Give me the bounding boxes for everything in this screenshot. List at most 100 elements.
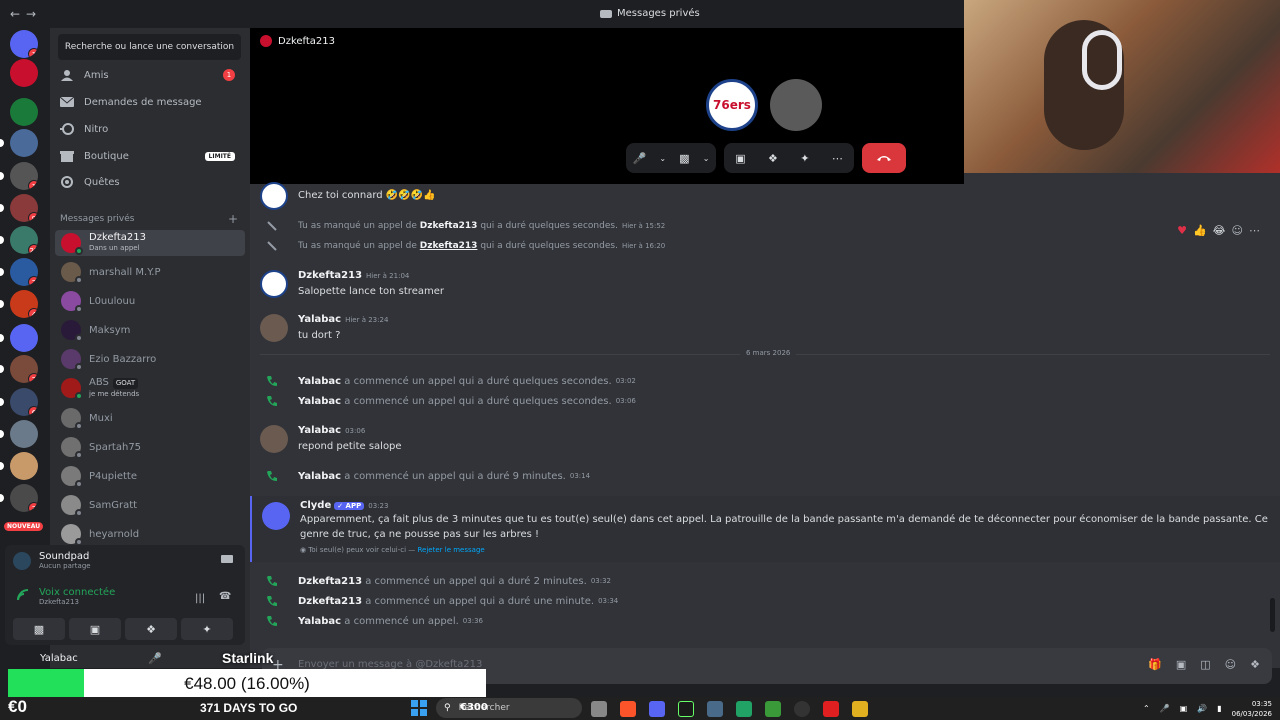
disconnect-icon[interactable]: ☎ <box>219 591 231 602</box>
dm-item[interactable]: marshall M.Y.P <box>55 259 245 285</box>
dm-item[interactable]: Maksym <box>55 317 245 343</box>
server-icon[interactable] <box>10 420 38 448</box>
sticker-icon[interactable]: ◫ <box>1200 658 1210 671</box>
dm-item[interactable]: Ezio Bazzarro <box>55 346 245 372</box>
taskbar-app-explorer-icon[interactable] <box>591 701 607 717</box>
call-participant-76ers[interactable]: 76ers <box>706 79 758 131</box>
mic-options-chevron-icon[interactable]: ⌄ <box>659 154 666 163</box>
author-avatar[interactable] <box>260 314 288 342</box>
taskbar-app-excel-icon[interactable] <box>736 701 752 717</box>
nav-friends[interactable]: Amis 1 <box>55 63 245 87</box>
taskbar-app-brazil-icon[interactable] <box>765 701 781 717</box>
dm-item[interactable]: ABS GOAT je me détends <box>55 375 245 401</box>
new-dm-plus-icon[interactable]: + <box>228 212 238 226</box>
dm-item[interactable]: SamGratt <box>55 492 245 518</box>
laugh-reaction-icon[interactable]: 😂 <box>1213 224 1226 237</box>
message-scrollbar[interactable] <box>1270 598 1275 632</box>
server-icon[interactable]: 25 <box>10 226 38 254</box>
dm-item[interactable]: heyarnold <box>55 521 245 547</box>
camera-toggle-icon[interactable]: ▩ <box>679 152 689 165</box>
dm-item[interactable]: Dzkefta213 Dans un appel <box>55 230 245 256</box>
nav-nitro[interactable]: Nitro <box>55 117 245 141</box>
message-author[interactable]: Dzkefta213 Hier à 21:04 <box>298 270 409 281</box>
taskbar-app-terminal-icon[interactable] <box>678 701 694 717</box>
screen-share-button[interactable]: ▣ <box>69 618 121 640</box>
taskbar-app-settings-icon[interactable] <box>707 701 723 717</box>
thumbs-up-reaction-icon[interactable]: 👍 <box>1193 224 1207 237</box>
caller-name[interactable]: Yalabac <box>298 616 341 627</box>
call-participant-avatar[interactable] <box>770 79 822 131</box>
system-clock[interactable]: 03:35 06/03/2026 <box>1232 699 1272 719</box>
server-icon[interactable]: 6 <box>10 388 38 416</box>
taskbar-app-obs-icon[interactable] <box>794 701 810 717</box>
server-icon[interactable]: 3 <box>10 484 38 512</box>
dm-item[interactable]: P4upiette <box>55 463 245 489</box>
server-icon[interactable]: 2 <box>10 258 38 286</box>
server-icon[interactable]: 4 <box>10 290 38 318</box>
heart-reaction-icon[interactable]: ♥ <box>1177 224 1187 237</box>
server-icon[interactable]: 9 <box>10 194 38 222</box>
missed-caller[interactable]: Dzkefta213 <box>420 241 478 251</box>
activities-button[interactable]: ❖ <box>125 618 177 640</box>
nav-message-requests[interactable]: Demandes de message <box>55 90 245 114</box>
server-icon[interactable] <box>10 98 38 126</box>
dm-item[interactable]: Muxi <box>55 405 245 431</box>
more-options-icon[interactable]: ⋯ <box>832 152 843 165</box>
stream-share-icon[interactable] <box>221 555 233 568</box>
tray-volume-icon[interactable]: 🔊 <box>1197 704 1207 713</box>
clyde-author[interactable]: Clyde ✓ APP 03:23 <box>300 500 388 511</box>
server-icon[interactable] <box>10 452 38 480</box>
activities-icon[interactable]: ❖ <box>768 152 778 165</box>
clyde-avatar[interactable] <box>262 502 290 530</box>
server-icon[interactable] <box>10 324 38 352</box>
soundboard-button[interactable]: ✦ <box>181 618 233 640</box>
server-icon[interactable]: 2 <box>10 355 38 383</box>
server-icon[interactable]: 1 <box>10 30 38 58</box>
caller-name[interactable]: Dzkefta213 <box>298 596 362 607</box>
camera-off-button[interactable]: ▩ <box>13 618 65 640</box>
camera-options-chevron-icon[interactable]: ⌄ <box>703 154 710 163</box>
taskbar-app-discord-icon[interactable] <box>649 701 665 717</box>
server-icon[interactable] <box>10 129 38 157</box>
caller-name[interactable]: Yalabac <box>298 396 341 407</box>
taskbar-search[interactable]: ⚲ Rechercher <box>436 698 582 718</box>
caller-name[interactable]: Yalabac <box>298 376 341 387</box>
screen-share-icon[interactable]: ▣ <box>735 152 745 165</box>
author-avatar[interactable] <box>260 270 288 298</box>
message-author[interactable]: Yalabac Hier à 23:24 <box>298 314 388 325</box>
mic-icon[interactable]: 🎤 <box>148 652 162 665</box>
taskbar-app-brave-icon[interactable] <box>620 701 636 717</box>
nav-shop[interactable]: Boutique LIMITÉ <box>55 144 245 168</box>
caller-name[interactable]: Dzkefta213 <box>298 576 362 587</box>
voice-activity-icon[interactable]: ||| <box>195 593 205 604</box>
server-icon[interactable]: 1 <box>10 162 38 190</box>
mic-toggle-icon[interactable]: 🎤 <box>633 152 647 165</box>
gift-icon[interactable]: 🎁 <box>1148 658 1162 671</box>
hang-up-button[interactable] <box>862 143 906 173</box>
tray-mic-icon[interactable]: 🎤 <box>1160 704 1170 713</box>
add-reaction-icon[interactable]: ☺ <box>1232 224 1243 237</box>
caller-name[interactable]: Yalabac <box>298 471 341 482</box>
gif-icon[interactable]: ▣ <box>1176 658 1186 671</box>
history-nav[interactable]: ←→ <box>10 7 42 21</box>
tray-chevron-icon[interactable]: ⌃ <box>1143 704 1150 713</box>
dm-item[interactable]: L0uulouu <box>55 288 245 314</box>
apps-icon[interactable]: ❖ <box>1250 658 1260 671</box>
tray-battery-icon[interactable]: ▮ <box>1217 704 1221 713</box>
soundboard-icon[interactable]: ✦ <box>800 152 809 165</box>
taskbar-app-youtube-icon[interactable] <box>823 701 839 717</box>
message-author[interactable]: Yalabac 03:06 <box>298 425 365 436</box>
more-actions-icon[interactable]: ⋯ <box>1249 224 1260 237</box>
server-icon[interactable] <box>10 59 38 87</box>
author-avatar[interactable] <box>260 182 288 210</box>
taskbar-app-folder-icon[interactable] <box>852 701 868 717</box>
conversation-search-button[interactable]: Recherche ou lance une conversation <box>58 34 241 60</box>
emoji-icon[interactable]: ☺ <box>1225 658 1236 671</box>
author-avatar[interactable] <box>260 425 288 453</box>
windows-start-icon[interactable] <box>411 700 427 716</box>
missed-caller[interactable]: Dzkefta213 <box>420 221 478 231</box>
nav-quests[interactable]: Quêtes <box>55 170 245 194</box>
soundpad-activity[interactable]: Soundpad Aucun partage <box>13 551 91 570</box>
dismiss-message-link[interactable]: Rejeter le message <box>418 546 485 554</box>
tray-monitor-icon[interactable]: ▣ <box>1180 704 1188 713</box>
